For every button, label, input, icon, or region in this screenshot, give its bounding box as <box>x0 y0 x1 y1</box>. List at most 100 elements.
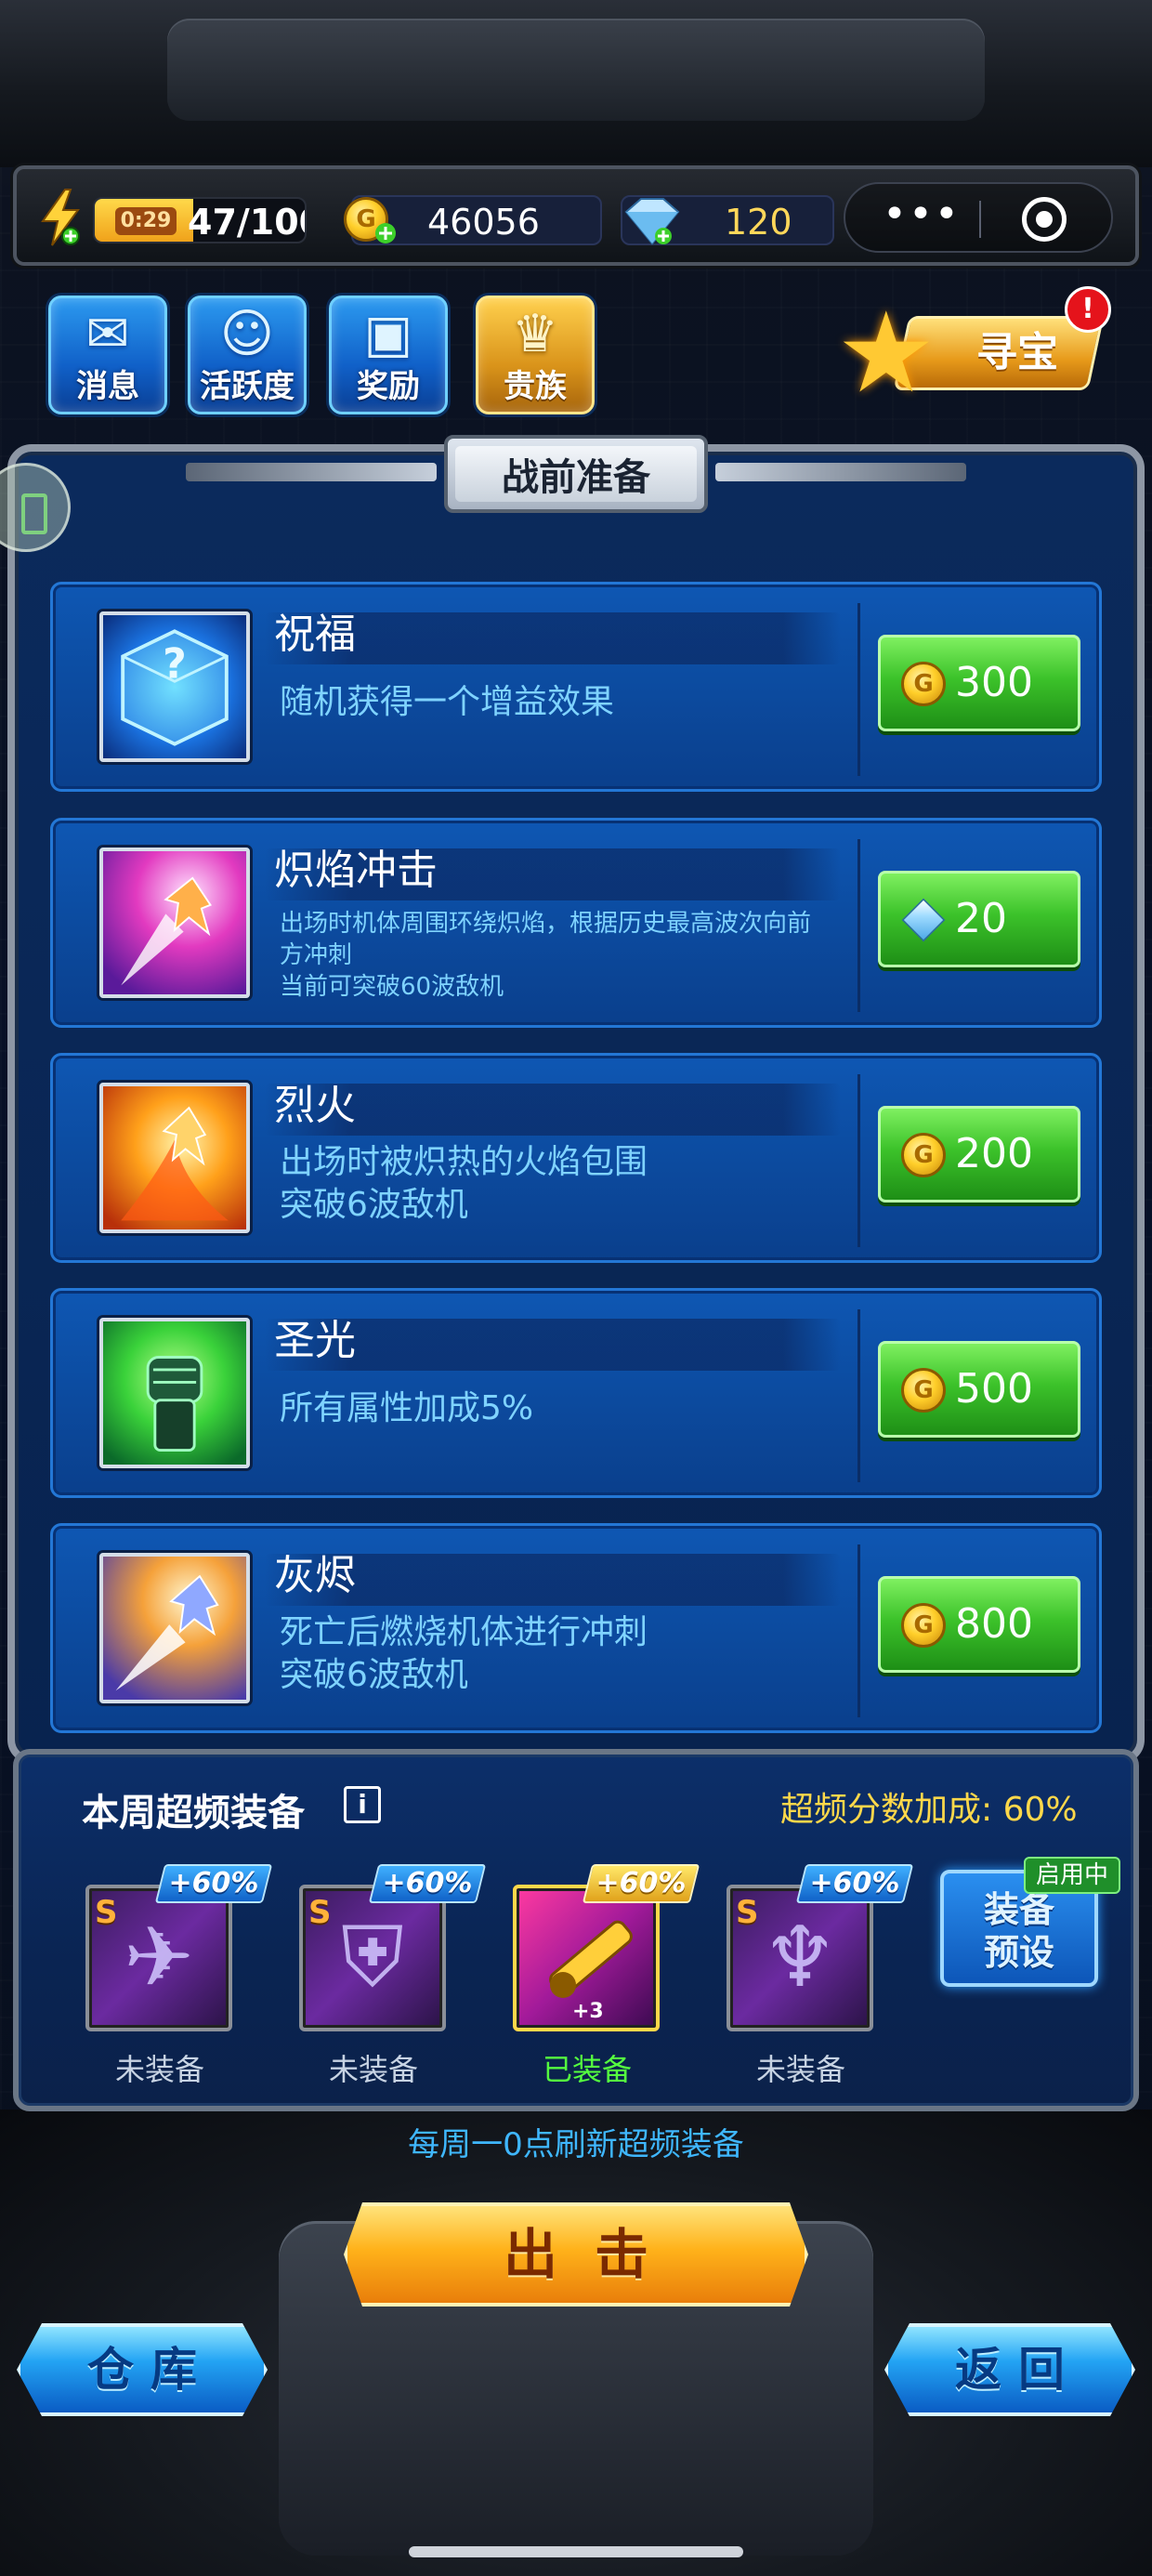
gift-icon: ▣ <box>363 304 413 364</box>
bonus-tag: +60% <box>795 1864 914 1903</box>
item-name: 炽焰冲击 <box>274 847 438 894</box>
buy-button[interactable]: G 300 <box>878 635 1080 731</box>
overclock-slot-equipped[interactable]: +3 +60% <box>513 1864 700 2031</box>
item-desc: 所有属性加成5% <box>280 1387 893 1430</box>
bonus-tag-text: +60% <box>168 1867 259 1899</box>
weekly-overclock-panel: 本周超频装备 i 超频分数加成: 60% ✈ S +60% 未装备 ⛨ S +6… <box>13 1749 1139 2111</box>
treasure-label: 寻宝 <box>976 329 1058 376</box>
overclock-slot[interactable]: ✈ S +60% <box>85 1864 273 2031</box>
fire-jet-icon <box>99 1083 250 1233</box>
item-name: 祝福 <box>274 611 356 658</box>
nav-label: 消息 <box>76 368 139 405</box>
bonus-tag-text: +60% <box>382 1867 473 1899</box>
attack-button[interactable]: 出击 <box>344 2202 808 2307</box>
energy-timer: 0:29 <box>115 207 177 235</box>
nav-messages-button[interactable]: ✉ 消息 <box>48 296 167 414</box>
item-desc-line: 所有属性加成5% <box>280 1389 534 1427</box>
divider <box>857 1309 860 1482</box>
preset-label-line: 装备 <box>983 1889 1054 1930</box>
item-desc: 随机获得一个增益效果 <box>280 681 893 724</box>
svg-text:?: ? <box>163 640 187 688</box>
buy-button[interactable]: G 200 <box>878 1106 1080 1203</box>
panel-title: 战前准备 <box>502 456 650 499</box>
divider <box>857 603 860 776</box>
gem-value: 120 <box>725 202 792 243</box>
gem-counter[interactable]: 120 <box>621 195 834 245</box>
coin-icon: G <box>901 1368 946 1413</box>
buy-button[interactable]: G 500 <box>878 1341 1080 1438</box>
title-wing-left <box>186 463 437 481</box>
star-jet-icon: ★ <box>836 289 936 418</box>
coin-value: 46056 <box>427 202 540 243</box>
mystery-cube-icon: ? <box>99 611 250 762</box>
flame-jet-icon <box>99 848 250 998</box>
item-desc-line: 随机获得一个增益效果 <box>280 683 615 721</box>
item-name: 烈火 <box>274 1082 356 1129</box>
level-label: +3 <box>572 2000 604 2023</box>
panel-title-inner: 战前准备 <box>455 446 697 502</box>
preset-label: 装备 预设 <box>944 1888 1094 1974</box>
title-wing-right <box>715 463 966 481</box>
weekly-bonus: 超频分数加成: 60% <box>780 1791 1078 1829</box>
mail-icon: ✉ <box>85 304 130 364</box>
preset-label-line: 预设 <box>983 1932 1054 1973</box>
warehouse-button[interactable]: 仓库 <box>17 2323 268 2416</box>
info-icon[interactable]: i <box>344 1786 381 1823</box>
capsule-divider <box>979 201 981 238</box>
bonus-tag: +60% <box>154 1864 273 1903</box>
item-desc-line: 当前可突破60波敌机 <box>280 973 504 1001</box>
prep-item-blessing: ? 祝福 随机获得一个增益效果 G 300 <box>50 582 1102 792</box>
coin-counter[interactable]: G 46056 <box>344 195 602 245</box>
more-menu-button[interactable]: ••• <box>883 184 959 255</box>
item-desc: 出场时机体周围环绕炽焰，根据历史最高波次向前 方冲刺 当前可突破60波敌机 <box>280 908 893 1003</box>
price: 800 <box>955 1600 1033 1648</box>
item-desc-line: 出场时机体周围环绕炽焰，根据历史最高波次向前 <box>280 910 812 938</box>
preset-active-tag: 启用中 <box>1024 1857 1120 1894</box>
item-name: 圣光 <box>274 1317 356 1364</box>
buy-button[interactable]: G 800 <box>878 1576 1080 1673</box>
slot-status: 未装备 <box>114 2052 204 2087</box>
item-desc-line: 突破6波敌机 <box>280 1656 468 1694</box>
grade-badge: S <box>308 1894 332 1931</box>
item-desc: 出场时被炽热的火焰包围 突破6波敌机 <box>280 1141 893 1227</box>
game-screen: { "status": { "energy_timer": "0:29", "e… <box>0 0 1152 2576</box>
slot-status: 已装备 <box>542 2052 632 2087</box>
attack-label: 出击 <box>503 2223 686 2286</box>
diamond-icon <box>624 198 680 245</box>
diamond-icon <box>901 898 946 942</box>
nav-rewards-button[interactable]: ▣ 奖励 <box>329 296 448 414</box>
overclock-slot[interactable]: ♆ S +60% <box>727 1864 914 2031</box>
coin-icon: G <box>901 662 946 706</box>
slot-status: 未装备 <box>328 2052 418 2087</box>
overclock-slot[interactable]: ⛨ S +60% <box>299 1864 487 2031</box>
energy-bolt-icon[interactable] <box>37 188 84 247</box>
price: 20 <box>955 895 1007 942</box>
nav-vip-button[interactable]: ♛ 贵族 <box>476 296 595 414</box>
grade-badge: S <box>95 1894 118 1931</box>
divider <box>857 1074 860 1247</box>
nav-label: 活跃度 <box>200 368 295 405</box>
prep-item-holy-light: 圣光 所有属性加成5% G 500 <box>50 1288 1102 1498</box>
add-coin-icon[interactable] <box>373 221 398 245</box>
prep-item-ember: 灰烬 死亡后燃烧机体进行冲刺 突破6波敌机 G 800 <box>50 1523 1102 1733</box>
close-target-icon[interactable] <box>1022 197 1067 242</box>
energy-value: 47/100 <box>188 202 305 243</box>
slot-status: 未装备 <box>755 2052 845 2087</box>
buy-button[interactable]: 20 <box>878 871 1080 967</box>
bonus-tag-text: +60% <box>596 1867 687 1899</box>
back-button[interactable]: 返回 <box>884 2323 1135 2416</box>
warehouse-label: 仓库 <box>87 2343 214 2397</box>
price: 300 <box>955 659 1033 706</box>
price: 200 <box>955 1130 1033 1177</box>
home-indicator[interactable] <box>409 2546 743 2557</box>
smile-wings-icon: ☺ <box>219 304 275 364</box>
nav-label: 贵族 <box>504 368 567 405</box>
top-frame <box>0 0 1152 167</box>
prep-item-blaze: 烈火 出场时被炽热的火焰包围 突破6波敌机 G 200 <box>50 1053 1102 1263</box>
coin-icon: G <box>901 1133 946 1177</box>
bonus-tag: +60% <box>368 1864 487 1903</box>
nav-activity-button[interactable]: ☺ 活跃度 <box>188 296 307 414</box>
grade-badge: S <box>736 1894 759 1931</box>
coin-icon: G <box>901 1603 946 1648</box>
item-desc-line: 出场时被炽热的火焰包围 <box>280 1143 648 1181</box>
